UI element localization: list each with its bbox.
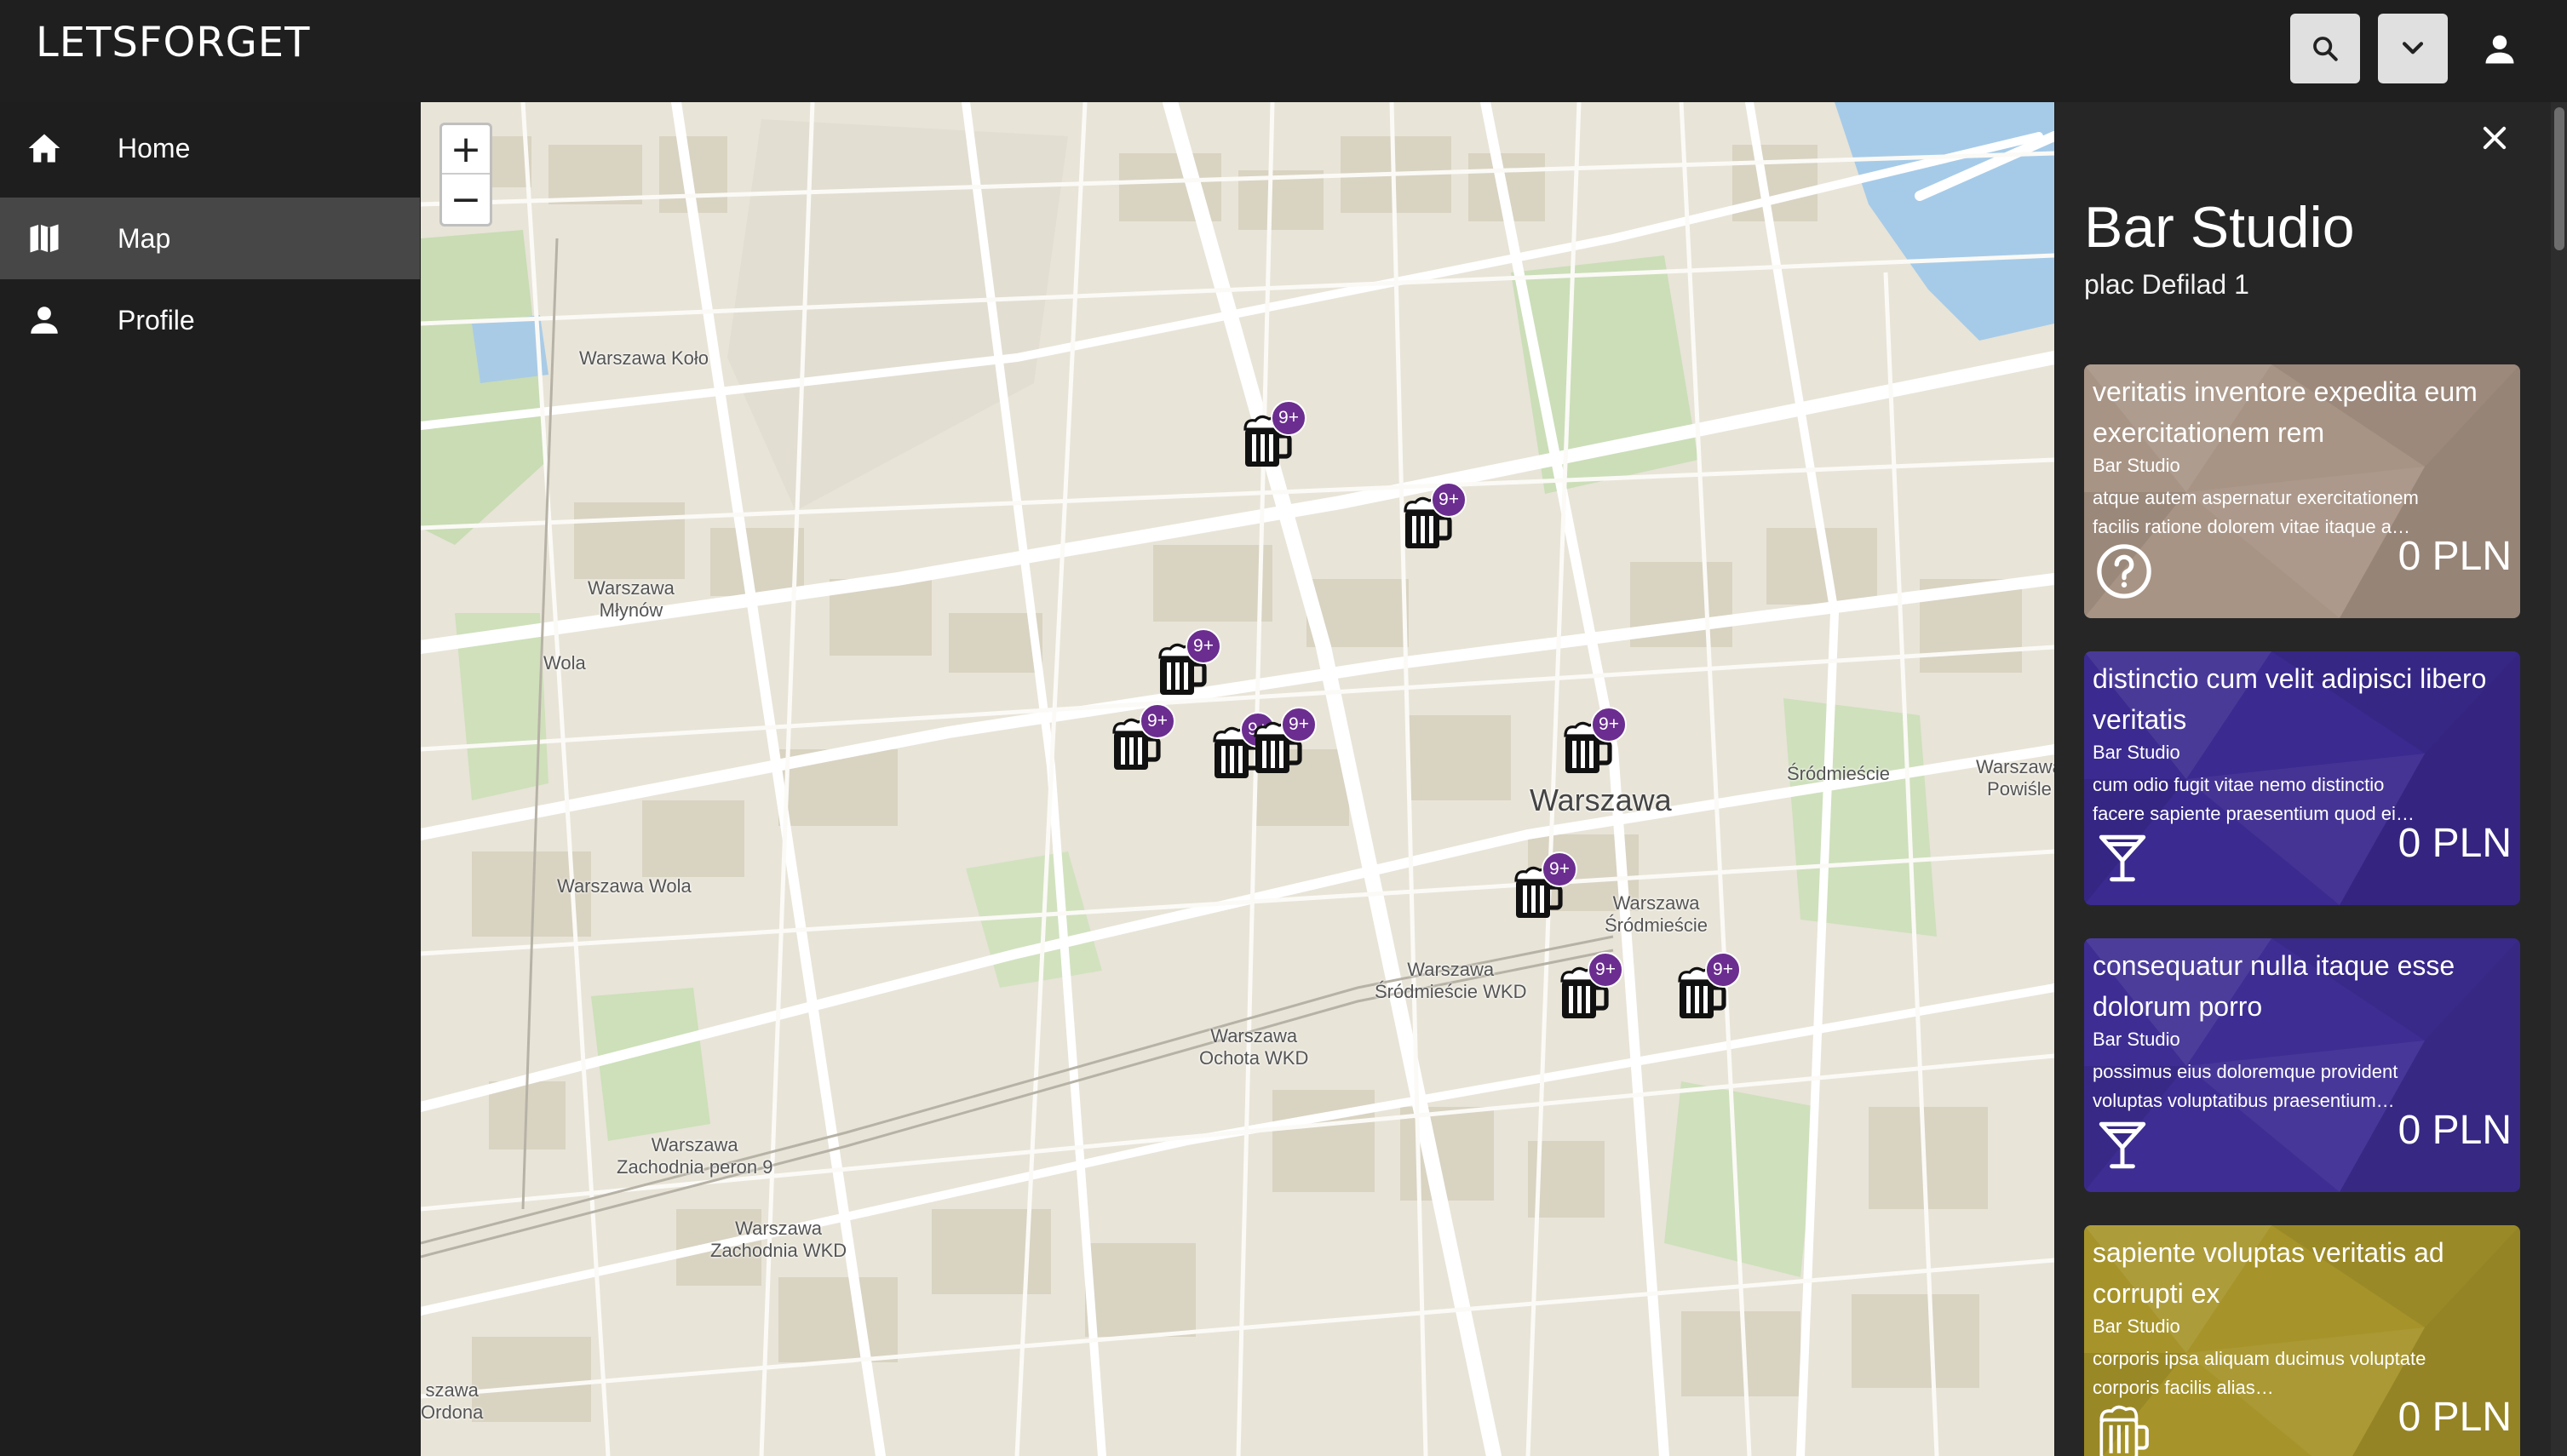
scrollbar-track[interactable] (2551, 102, 2567, 1456)
offer-title: veritatis inventore expedita eum exercit… (2093, 376, 2478, 448)
venue-marker[interactable]: 9+ (1398, 482, 1467, 550)
marker-badge: 9+ (1186, 628, 1221, 664)
venue-address: plac Defilad 1 (2084, 269, 2249, 300)
map-view[interactable]: + − Warszawa Koło Warszawa Młynów Wola W… (421, 102, 2054, 1456)
offer-card[interactable]: consequatur nulla itaque esse dolorum po… (2084, 938, 2520, 1192)
beer-mug-icon (2094, 1402, 2154, 1456)
offer-card[interactable]: veritatis inventore expedita eum exercit… (2084, 364, 2520, 618)
offer-price: 0 PLN (2398, 1395, 2512, 1440)
marker-badge: 9+ (1588, 952, 1623, 988)
zoom-in-button[interactable]: + (442, 125, 490, 175)
map-label: Warszawa Młynów (588, 577, 675, 621)
offer-price: 0 PLN (2398, 1108, 2512, 1153)
search-icon (2313, 37, 2338, 61)
map-label: Warszawa Koło (579, 347, 709, 369)
offer-venue: Bar Studio (2093, 1316, 2180, 1337)
marker-badge: 9+ (1705, 952, 1741, 988)
map-label: Warszawa Zachodnia WKD (710, 1218, 847, 1261)
venue-marker[interactable]: 9+ (1555, 952, 1623, 1020)
map-label: Warszawa Ochota WKD (1199, 1025, 1309, 1069)
venue-panel: Bar Studio plac Defilad 1 veritatis inve… (2055, 102, 2567, 1456)
question-circle-icon (2094, 542, 2154, 601)
close-icon (2483, 126, 2507, 150)
cocktail-glass-icon (2094, 1115, 2154, 1175)
offer-title: distinctio cum velit adipisci libero ver… (2093, 663, 2487, 735)
cocktail-glass-icon (2094, 828, 2154, 888)
offer-venue: Bar Studio (2093, 455, 2180, 476)
sidebar-item-profile[interactable]: Profile (0, 279, 420, 361)
app-brand[interactable]: LETSFORGET (36, 19, 310, 66)
offer-title: sapiente voluptas veritatis ad corrupti … (2093, 1237, 2444, 1309)
sidebar-nav: Home Map Profile (0, 102, 420, 1456)
offer-description: cum odio fugit vitae nemo distinctio fac… (2093, 774, 2415, 824)
sidebar-item-home[interactable]: Home (0, 107, 420, 189)
map-label-city: Warszawa (1530, 782, 1672, 817)
venue-marker[interactable]: 9+ (1559, 707, 1627, 775)
sidebar-item-label: Profile (118, 304, 195, 335)
offer-venue: Bar Studio (2093, 1029, 2180, 1050)
map-icon (24, 218, 65, 259)
map-label: Wola (543, 652, 586, 674)
marker-badge: 9+ (1271, 400, 1306, 436)
search-button[interactable] (2290, 14, 2360, 83)
sidebar-item-label: Home (118, 132, 191, 163)
person-icon (24, 300, 65, 341)
person-icon (2485, 35, 2514, 64)
venue-title: Bar Studio (2084, 195, 2355, 260)
venue-marker[interactable]: 9+ (1249, 707, 1317, 775)
venue-marker[interactable]: 9+ (1153, 628, 1221, 696)
close-button[interactable] (2471, 114, 2518, 162)
map-label: Śródmieście (1787, 763, 1891, 784)
map-label: Warszawa Zachodnia peron 9 (617, 1134, 773, 1178)
venue-marker[interactable]: 9+ (1107, 703, 1175, 771)
home-icon (24, 128, 65, 169)
offer-card[interactable]: distinctio cum velit adipisci libero ver… (2084, 651, 2520, 905)
dropdown-button[interactable] (2378, 14, 2448, 83)
account-button[interactable] (2467, 17, 2532, 82)
offer-description: atque autem aspernatur exercitationem fa… (2093, 487, 2419, 537)
marker-badge: 9+ (1281, 707, 1317, 742)
map-label: szawa Ordona (421, 1379, 484, 1423)
marker-badge: 9+ (1140, 703, 1175, 739)
zoom-control: + − (439, 123, 492, 226)
scrollbar-thumb[interactable] (2554, 107, 2564, 250)
offer-card[interactable]: sapiente voluptas veritatis ad corrupti … (2084, 1225, 2520, 1456)
venue-marker[interactable]: 9+ (1673, 952, 1741, 1020)
app-bar: LETSFORGET (0, 0, 2567, 102)
map-label: Warszawa Śródmieście (1605, 892, 1708, 936)
marker-badge: 9+ (1542, 851, 1577, 887)
offer-venue: Bar Studio (2093, 742, 2180, 763)
map-label: Warszawa Wola (557, 875, 692, 897)
chevron-down-icon (2402, 42, 2424, 54)
zoom-out-button[interactable]: − (442, 175, 490, 224)
marker-badge: 9+ (1591, 707, 1627, 742)
sidebar-item-label: Map (118, 222, 171, 254)
map-label: Warszawa Powiśle (1976, 756, 2054, 800)
sidebar-item-map[interactable]: Map (0, 198, 420, 279)
offer-price: 0 PLN (2398, 821, 2512, 866)
map-label: Warszawa Śródmieście WKD (1375, 959, 1527, 1002)
offer-description: possimus eius doloremque provident volup… (2093, 1061, 2398, 1111)
offer-description: corporis ipsa aliquam ducimus voluptate … (2093, 1348, 2426, 1398)
offer-title: consequatur nulla itaque esse dolorum po… (2093, 950, 2455, 1022)
venue-marker[interactable]: 9+ (1238, 400, 1306, 468)
venue-marker[interactable]: 9+ (1509, 851, 1577, 920)
marker-badge: 9+ (1431, 482, 1467, 518)
offer-price: 0 PLN (2398, 534, 2512, 579)
